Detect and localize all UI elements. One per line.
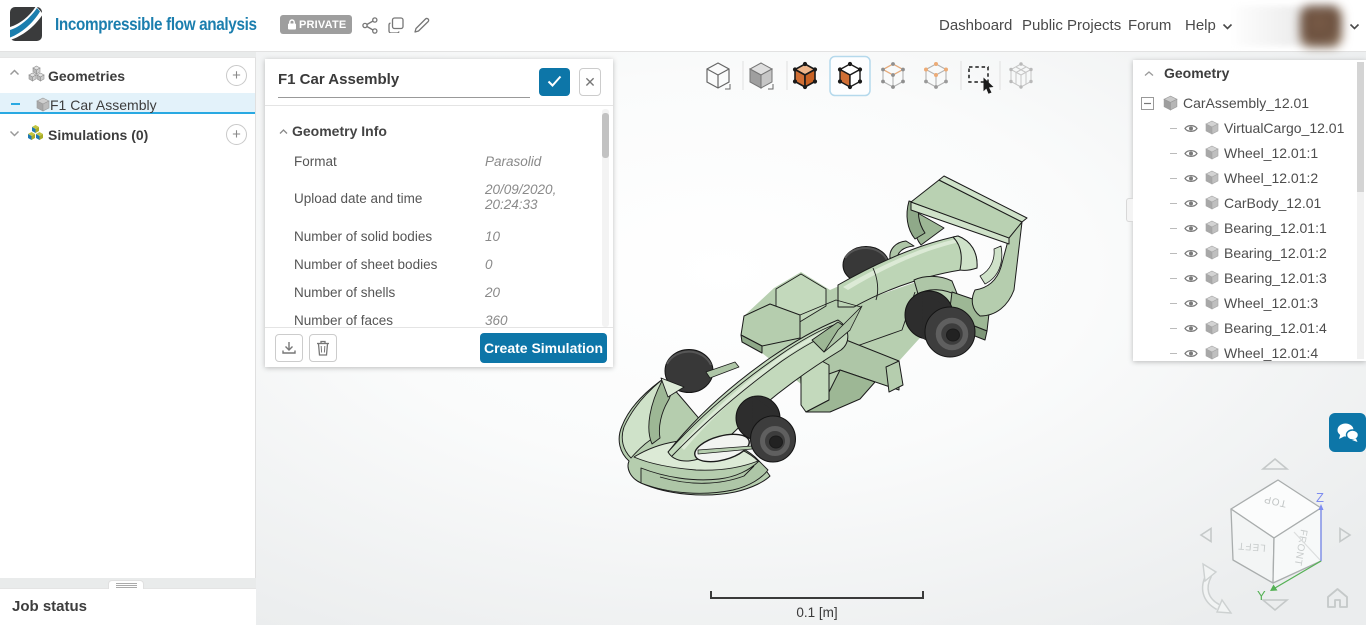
svg-text:Z: Z bbox=[1316, 490, 1324, 505]
svg-text:Y: Y bbox=[1257, 588, 1266, 603]
